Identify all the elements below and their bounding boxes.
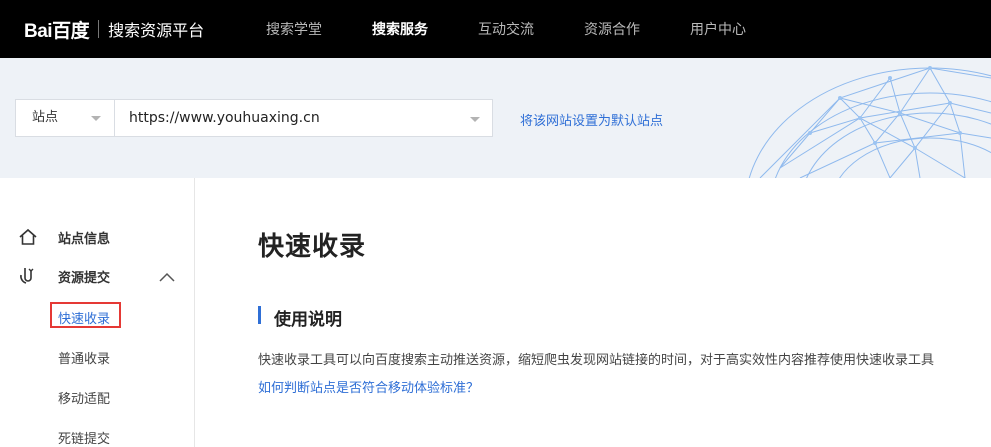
chevron-down-icon	[91, 116, 101, 121]
sidebar-item-site-info[interactable]: 站点信息	[18, 227, 110, 247]
sidebar-subitem-normal-indexing[interactable]: 普通收录	[58, 348, 110, 367]
main-nav: 搜索学堂 搜索服务 互动交流 资源合作 用户中心	[266, 0, 796, 58]
baidu-logo-text: Bai百度	[24, 20, 90, 42]
logo-divider	[98, 20, 100, 38]
site-type-label: 站点	[32, 110, 59, 125]
nav-item-learning[interactable]: 搜索学堂	[266, 0, 322, 58]
site-type-dropdown[interactable]: 站点	[16, 100, 115, 136]
section-accent-bar	[258, 306, 261, 324]
nav-item-community[interactable]: 互动交流	[478, 0, 534, 58]
nav-item-cooperation[interactable]: 资源合作	[584, 0, 640, 58]
nav-item-user-center[interactable]: 用户中心	[690, 0, 746, 58]
sidebar-item-label: 资源提交	[58, 270, 111, 286]
site-selector-banner: 站点 https://www.youhuaxing.cn 将该网站设置为默认站点	[0, 58, 991, 178]
sidebar: 站点信息 资源提交 快速收录 普通收录 移动适配 死链提交	[0, 178, 195, 447]
page-title: 快速收录	[258, 232, 367, 262]
chevron-up-icon[interactable]	[159, 272, 175, 282]
usage-description: 快速收录工具可以向百度搜索主动推送资源，缩短爬虫发现网站链接的时间，对于高实效性…	[258, 353, 935, 368]
baidu-logo[interactable]: Bai百度 搜索资源平台	[24, 14, 204, 44]
globe-decoration	[748, 66, 991, 178]
site-selector: 站点 https://www.youhuaxing.cn	[15, 99, 493, 137]
upload-icon	[20, 268, 34, 284]
section-title: 使用说明	[274, 310, 342, 330]
sidebar-subitem-fast-indexing[interactable]: 快速收录	[58, 308, 110, 327]
nav-item-search-services[interactable]: 搜索服务	[372, 0, 428, 58]
sidebar-subitem-mobile-adaptation[interactable]: 移动适配	[58, 388, 110, 407]
top-navbar: Bai百度 搜索资源平台 搜索学堂 搜索服务 互动交流 资源合作 用户中心	[0, 0, 991, 58]
sidebar-item-label: 站点信息	[58, 231, 111, 247]
sidebar-item-resource-submit[interactable]: 资源提交	[18, 266, 110, 286]
mobile-standard-help-link[interactable]: 如何判断站点是否符合移动体验标准？	[258, 377, 479, 396]
home-icon	[19, 228, 37, 245]
chevron-down-icon[interactable]	[470, 117, 480, 122]
set-default-site-link[interactable]: 将该网站设置为默认站点	[520, 110, 663, 129]
site-url-select[interactable]: https://www.youhuaxing.cn	[129, 100, 320, 136]
platform-title: 搜索资源平台	[108, 21, 205, 40]
sidebar-subitem-dead-link[interactable]: 死链提交	[58, 428, 110, 447]
